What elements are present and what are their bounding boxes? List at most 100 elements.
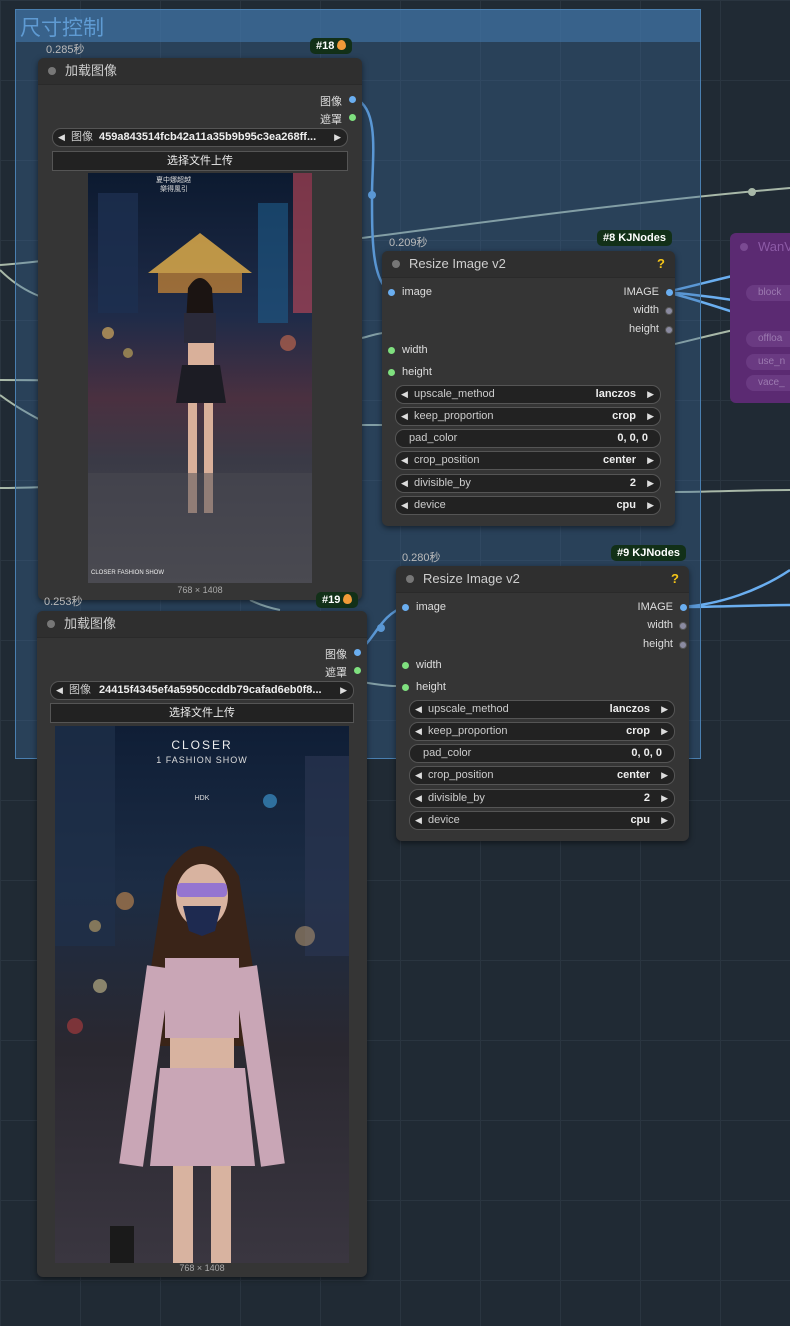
side-widget-1[interactable]: block (746, 285, 790, 301)
fire-icon (337, 40, 347, 50)
slot-dot-icon[interactable] (388, 369, 395, 376)
node-title: 加载图像 (65, 63, 118, 78)
node-badge: #9 KJNodes (611, 545, 686, 561)
output-image[interactable]: IMAGE (624, 286, 673, 298)
poster-text: CLOSER FASHION SHOW (91, 570, 165, 576)
slot-dot-icon[interactable] (679, 641, 687, 649)
side-widget-4[interactable]: vace_ (746, 375, 790, 391)
upscale-method-combo[interactable]: ◀ upscale_method lanczos ▶ (409, 700, 675, 719)
node-badge: #18 (310, 38, 353, 54)
arrow-right-icon[interactable]: ▶ (340, 682, 347, 699)
input-width[interactable]: width (388, 344, 428, 356)
device-combo[interactable]: ◀ device cpu ▶ (409, 811, 675, 830)
slot-dot-icon[interactable] (679, 622, 687, 630)
wan-video-node[interactable]: WanV block offloa use_n vace_ (730, 233, 790, 403)
crop-position-combo[interactable]: ◀ crop_position center ▶ (395, 451, 661, 470)
fashion-photo-1 (88, 173, 312, 583)
collapse-dot-icon[interactable] (47, 620, 55, 628)
poster-text: CLOSER (171, 738, 233, 752)
output-width[interactable]: width (633, 304, 673, 316)
output-image[interactable]: IMAGE (638, 601, 687, 613)
node-title-bar[interactable]: 加载图像 (37, 611, 367, 638)
poster-text: 1 FASHION SHOW (156, 755, 248, 765)
node-title-bar[interactable]: 加载图像 (38, 58, 362, 85)
node-title-bar[interactable]: Resize Image v2 ? (396, 566, 689, 593)
arrow-right-icon[interactable]: ▶ (334, 129, 341, 146)
side-widget-3[interactable]: use_n (746, 354, 790, 370)
node-badge: #19 (316, 592, 359, 608)
slot-dot-icon[interactable] (402, 684, 409, 691)
collapse-dot-icon[interactable] (406, 575, 414, 583)
input-image[interactable]: image (402, 601, 446, 613)
output-image[interactable]: 图像 (320, 93, 356, 109)
image-dimensions: 768 × 1408 (179, 1263, 225, 1273)
badge-label: #18 (316, 40, 335, 52)
keep-proportion-combo[interactable]: ◀ keep_proportion crop ▶ (409, 722, 675, 741)
slot-dot-icon[interactable] (354, 649, 361, 656)
help-icon[interactable]: ? (657, 251, 665, 277)
node-timing: 0.253秒 (44, 596, 83, 608)
slot-dot-icon[interactable] (349, 96, 356, 103)
node-title-bar[interactable]: Resize Image v2 ? (382, 251, 675, 278)
node-timing: 0.209秒 (389, 237, 428, 249)
input-width[interactable]: width (402, 659, 442, 671)
divisible-by-stepper[interactable]: ◀ divisible_by 2 ▶ (409, 789, 675, 808)
slot-dot-icon[interactable] (665, 326, 673, 334)
load-image-node-19[interactable]: 加载图像 图像 遮罩 ◀ 图像 24415f4345ef4a5950ccddb7… (37, 611, 367, 1277)
slot-dot-icon[interactable] (388, 347, 395, 354)
fire-icon (343, 594, 353, 604)
slot-dot-icon[interactable] (402, 662, 409, 669)
collapse-dot-icon[interactable] (392, 260, 400, 268)
slot-dot-icon[interactable] (666, 289, 673, 296)
load-image-node-18[interactable]: 加载图像 图像 遮罩 ◀ 图像 459a843514fcb42a11a35b9b… (38, 58, 362, 600)
image-select-combo[interactable]: ◀ 图像 459a843514fcb42a11a35b9b95c3ea268ff… (52, 128, 348, 147)
node-badge: #8 KJNodes (597, 230, 672, 246)
keep-proportion-combo[interactable]: ◀ keep_proportion crop ▶ (395, 407, 661, 426)
node-title: Resize Image v2 (423, 571, 520, 586)
reroute-dot (748, 188, 756, 196)
pad-color-field[interactable]: pad_color 0, 0, 0 (395, 429, 661, 448)
crop-position-combo[interactable]: ◀ crop_position center ▶ (409, 766, 675, 785)
input-height[interactable]: height (402, 681, 446, 693)
node-status-dot (740, 243, 748, 251)
output-height[interactable]: height (629, 323, 673, 335)
resize-image-node-8[interactable]: Resize Image v2 ? image IMAGE width heig… (382, 251, 675, 526)
output-width[interactable]: width (647, 619, 687, 631)
node-timing: 0.280秒 (402, 552, 441, 564)
collapse-dot-icon[interactable] (48, 67, 56, 75)
divisible-by-stepper[interactable]: ◀ divisible_by 2 ▶ (395, 474, 661, 493)
pad-color-field[interactable]: pad_color 0, 0, 0 (409, 744, 675, 763)
image-preview: CLOSER 1 FASHION SHOW HDK (55, 726, 349, 1263)
slot-dot-icon[interactable] (354, 667, 361, 674)
output-height[interactable]: height (643, 638, 687, 650)
output-image[interactable]: 图像 (325, 646, 361, 662)
slot-dot-icon[interactable] (388, 289, 395, 296)
fashion-photo-2 (55, 726, 349, 1263)
side-widget-2[interactable]: offloa (746, 331, 790, 347)
upscale-method-combo[interactable]: ◀ upscale_method lanczos ▶ (395, 385, 661, 404)
node-title: 加载图像 (64, 616, 117, 631)
arrow-left-icon[interactable]: ◀ (58, 129, 65, 146)
group-title: 尺寸控制 (20, 17, 104, 40)
workflow-canvas[interactable]: 尺寸控制 WanV block offloa use_n vace_ 0.285… (0, 0, 790, 1326)
output-mask[interactable]: 遮罩 (320, 111, 356, 127)
upload-button[interactable]: 选择文件上传 (52, 151, 348, 171)
input-height[interactable]: height (388, 366, 432, 378)
slot-dot-icon[interactable] (665, 307, 673, 315)
slot-dot-icon[interactable] (349, 114, 356, 121)
input-image[interactable]: image (388, 286, 432, 298)
image-dimensions: 768 × 1408 (177, 585, 223, 595)
image-preview: 夏中娜超越 樂得風引 CLOSER FASHION SHOW (88, 173, 312, 583)
output-mask[interactable]: 遮罩 (325, 664, 361, 680)
group-header[interactable] (16, 10, 700, 42)
poster-text: 樂得風引 (160, 186, 188, 193)
slot-dot-icon[interactable] (402, 604, 409, 611)
image-select-combo[interactable]: ◀ 图像 24415f4345ef4a5950ccddb79cafad6eb0f… (50, 681, 354, 700)
slot-dot-icon[interactable] (680, 604, 687, 611)
node-title: WanV (758, 239, 790, 254)
upload-button[interactable]: 选择文件上传 (50, 703, 354, 723)
resize-image-node-9[interactable]: Resize Image v2 ? image IMAGE width heig… (396, 566, 689, 841)
help-icon[interactable]: ? (671, 566, 679, 592)
device-combo[interactable]: ◀ device cpu ▶ (395, 496, 661, 515)
arrow-left-icon[interactable]: ◀ (56, 682, 63, 699)
